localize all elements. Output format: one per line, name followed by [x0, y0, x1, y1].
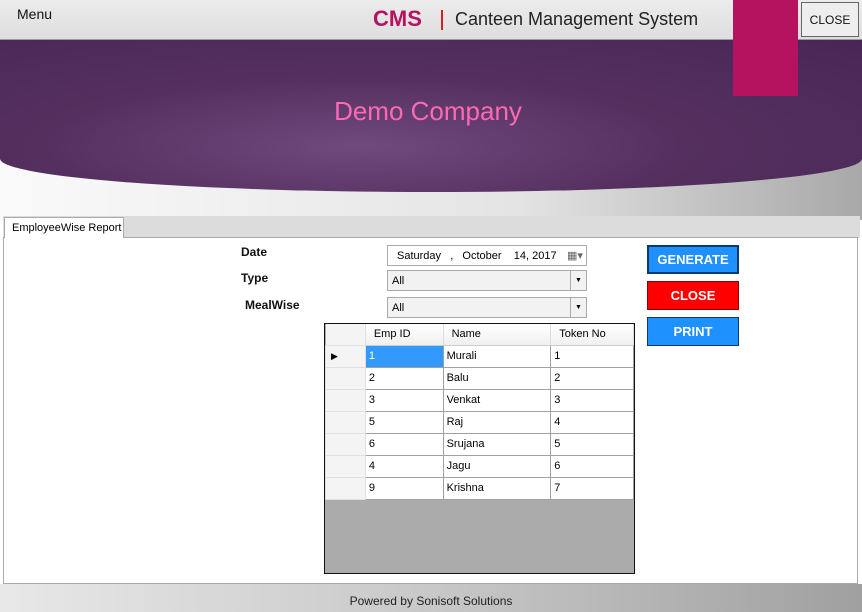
menu-button[interactable]: Menu — [17, 6, 52, 22]
table-cell[interactable]: 9 — [364, 476, 444, 500]
table-cell[interactable]: Krishna — [442, 476, 552, 500]
chevron-down-icon[interactable]: ▼ — [570, 298, 586, 317]
date-picker[interactable]: Saturday , October 14, 2017 ▦▾ — [387, 245, 587, 266]
table-cell[interactable]: Jagu — [442, 454, 552, 478]
footer: Powered by Sonisoft Solutions — [0, 584, 862, 612]
tab-strip — [3, 216, 860, 238]
table-cell[interactable]: 4 — [550, 410, 634, 434]
type-select[interactable]: All ▼ — [387, 270, 587, 291]
mealwise-value: All — [392, 302, 405, 314]
brand-block — [733, 0, 798, 96]
logo-mark: CMS — [373, 6, 422, 31]
column-header-token-no[interactable]: Token No — [550, 324, 634, 346]
type-value: All — [392, 275, 405, 287]
table-row[interactable]: 6 Srujana 5 — [325, 432, 634, 456]
table-cell[interactable]: 2 — [550, 366, 634, 390]
grid-header: Emp ID Name Token No — [325, 324, 634, 346]
table-cell[interactable]: 3 — [364, 388, 444, 412]
calendar-icon[interactable]: ▦▾ — [564, 246, 586, 265]
employee-grid[interactable]: Emp ID Name Token No ▶ 1 Murali 1 2 Balu 2 3 Ven… — [324, 323, 635, 574]
row-header[interactable] — [325, 454, 366, 478]
logo-divider — [441, 10, 443, 30]
generate-button[interactable]: GENERATE — [647, 245, 739, 274]
close-button[interactable]: CLOSE — [647, 281, 739, 310]
row-header[interactable] — [325, 388, 366, 412]
type-label: Type — [241, 271, 269, 285]
table-cell[interactable]: 1 — [364, 344, 444, 368]
row-header[interactable] — [325, 410, 366, 434]
table-row[interactable]: 2 Balu 2 — [325, 366, 634, 390]
table-row[interactable]: 3 Venkat 3 — [325, 388, 634, 412]
column-header-name[interactable]: Name — [443, 324, 552, 346]
table-cell[interactable]: 5 — [364, 410, 444, 434]
row-header[interactable] — [325, 432, 366, 456]
table-cell[interactable]: 2 — [364, 366, 444, 390]
logo-text: Canteen Management System — [455, 9, 699, 29]
table-row[interactable]: 9 Krishna 7 — [325, 476, 634, 500]
table-cell[interactable]: 4 — [364, 454, 444, 478]
table-cell[interactable]: 7 — [550, 476, 634, 500]
current-row-icon: ▶ — [331, 351, 338, 361]
table-cell[interactable]: Raj — [442, 410, 552, 434]
table-row[interactable]: 4 Jagu 6 — [325, 454, 634, 478]
row-header[interactable] — [325, 366, 366, 390]
date-value: Saturday , October 14, 2017 — [397, 250, 557, 262]
close-app-button[interactable]: CLOSE — [801, 2, 859, 37]
date-label: Date — [241, 245, 268, 259]
table-cell[interactable]: 1 — [550, 344, 634, 368]
chevron-down-icon[interactable]: ▼ — [570, 271, 586, 290]
row-header[interactable]: ▶ — [325, 344, 366, 368]
table-cell[interactable]: 6 — [364, 432, 444, 456]
table-cell[interactable]: Balu — [442, 366, 552, 390]
table-cell[interactable]: Srujana — [442, 432, 552, 456]
table-row[interactable]: ▶ 1 Murali 1 — [325, 344, 634, 368]
table-cell[interactable]: 3 — [550, 388, 634, 412]
table-cell[interactable]: 5 — [550, 432, 634, 456]
table-cell[interactable]: Murali — [442, 344, 552, 368]
tab-employeewise-report[interactable]: EmployeeWise Report — [4, 217, 124, 238]
table-row[interactable]: 5 Raj 4 — [325, 410, 634, 434]
mealwise-label: MealWise — [245, 298, 300, 312]
table-cell[interactable]: Venkat — [442, 388, 552, 412]
table-cell[interactable]: 6 — [550, 454, 634, 478]
row-header[interactable] — [325, 476, 366, 500]
print-button[interactable]: PRINT — [647, 317, 739, 346]
column-header-emp-id[interactable]: Emp ID — [365, 324, 444, 346]
row-header-corner — [325, 324, 366, 346]
mealwise-select[interactable]: All ▼ — [387, 297, 587, 318]
company-name: Demo Company — [334, 96, 522, 126]
